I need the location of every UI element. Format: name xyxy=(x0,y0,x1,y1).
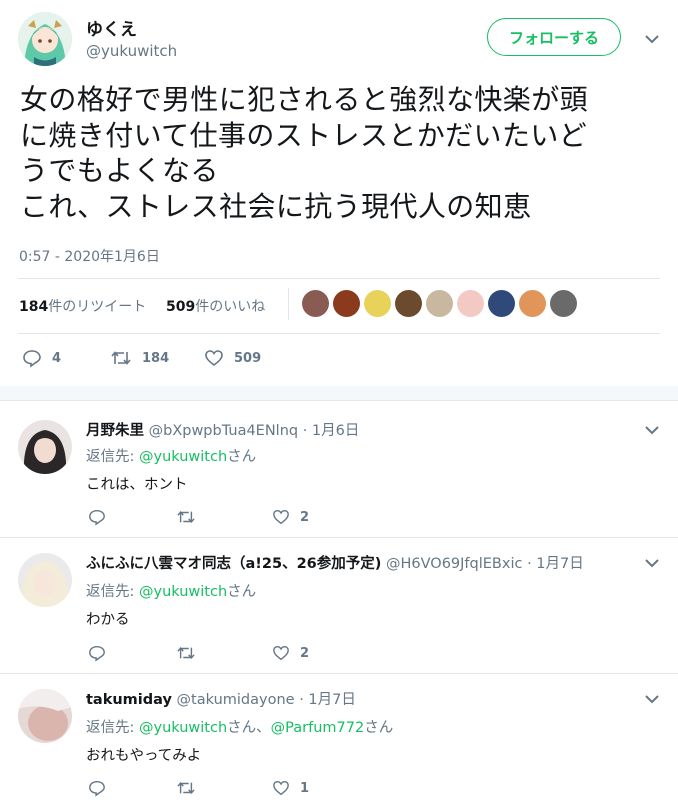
reply-tweet[interactable]: takumiday @takumidayone · 1月7日 返信先: @yuk… xyxy=(0,673,678,803)
retweet-action[interactable] xyxy=(176,779,196,797)
reply-to-link[interactable]: @yukuwitch xyxy=(139,449,227,465)
author-display-name[interactable]: ゆくえ xyxy=(86,15,137,40)
chevron-down-icon[interactable] xyxy=(643,557,661,569)
like-action[interactable]: 509 xyxy=(204,348,261,368)
retweet-action[interactable] xyxy=(176,508,196,526)
heart-icon xyxy=(273,780,289,796)
tweet-text-line: に焼き付いて仕事のストレスとかだいたいど xyxy=(20,118,588,152)
tweet-text-line: 女の格好で男性に犯されると強烈な快楽が頭 xyxy=(20,83,589,116)
reply-date[interactable]: · 1月7日 xyxy=(527,556,584,572)
divider xyxy=(18,333,660,334)
reply-to-link-2[interactable]: @Parfum772 xyxy=(271,720,365,736)
reply-author-handle[interactable]: @takumidayone xyxy=(177,692,295,708)
reply-tweet[interactable]: ふにふに八雲マオ同志（a!25、26参加予定) @H6VO69JfqlEBxic… xyxy=(0,537,678,673)
heart-icon xyxy=(273,509,289,525)
reply-action[interactable]: 4 xyxy=(22,348,61,368)
author-avatar-image xyxy=(18,12,72,66)
reply-avatar[interactable] xyxy=(18,420,72,474)
reply-to-suffix: さん、 xyxy=(227,720,271,736)
retweet-label: 件のリツイート xyxy=(48,299,147,315)
liker-avatar[interactable] xyxy=(550,290,577,317)
heart-icon xyxy=(205,350,223,367)
reply-icon xyxy=(89,780,105,797)
retweet-count: 184 xyxy=(19,299,49,315)
reply-action[interactable] xyxy=(88,508,106,526)
reply-author-name[interactable]: takumiday xyxy=(86,692,172,708)
chevron-down-icon[interactable] xyxy=(643,33,661,45)
retweet-action[interactable] xyxy=(176,644,196,662)
retweet-action[interactable]: 184 xyxy=(110,348,169,368)
divider xyxy=(18,278,660,279)
retweet-icon xyxy=(177,781,195,795)
liker-avatar[interactable] xyxy=(364,290,391,317)
reply-to-link[interactable]: @yukuwitch xyxy=(139,584,227,600)
liker-avatar[interactable] xyxy=(302,290,329,317)
reply-author-handle[interactable]: @bXpwpbTua4ENlnq xyxy=(149,423,299,439)
reply-text: わかる xyxy=(86,612,130,628)
retweet-stats[interactable]: 184件のリツイート xyxy=(19,296,146,316)
reply-icon xyxy=(23,350,41,368)
like-stats[interactable]: 509件のいいね xyxy=(166,296,265,316)
tweet-text-line: これ、ストレス社会に抗う現代人の知恵 xyxy=(20,189,532,223)
tweet-timestamp[interactable]: 0:57 - 2020年1月6日 xyxy=(19,246,160,266)
tweet-text-line: うでもよくなる xyxy=(20,154,219,187)
reply-avatar[interactable] xyxy=(18,689,72,743)
reply-author-name[interactable]: ふにふに八雲マオ同志（a!25、26参加予定) xyxy=(86,556,381,572)
liker-avatar[interactable] xyxy=(333,290,360,317)
like-action-count: 509 xyxy=(234,350,262,366)
reply-text: おれもやってみよ xyxy=(86,748,202,764)
chevron-down-icon[interactable] xyxy=(643,424,661,436)
reply-icon xyxy=(89,645,105,662)
reply-author-handle[interactable]: @H6VO69JfqlEBxic xyxy=(386,556,522,572)
stats-divider xyxy=(288,288,289,320)
like-action[interactable]: 2 xyxy=(272,508,309,526)
reply-action[interactable] xyxy=(88,644,106,662)
reply-to-suffix: さん xyxy=(227,584,257,600)
reply-action[interactable] xyxy=(88,779,106,797)
liker-avatar[interactable] xyxy=(395,290,422,317)
reply-author-name[interactable]: 月野朱里 xyxy=(86,423,144,439)
reply-text: これは、ホント xyxy=(86,477,188,493)
reply-like-count: 2 xyxy=(300,509,310,525)
reply-avatar-image xyxy=(18,420,72,474)
reply-tweet[interactable]: 月野朱里 @bXpwpbTua4ENlnq · 1月6日 返信先: @yukuw… xyxy=(0,400,678,536)
reply-avatar-image xyxy=(18,553,72,607)
like-label: 件のいいね xyxy=(195,299,266,315)
reply-to-suffix-2: さん xyxy=(364,720,394,736)
retweet-action-count: 184 xyxy=(142,350,170,366)
reply-like-count: 1 xyxy=(300,780,310,796)
follow-button[interactable]: フォローする xyxy=(487,18,621,56)
author-handle[interactable]: @yukuwitch xyxy=(86,42,177,60)
liker-avatar[interactable] xyxy=(457,290,484,317)
author-avatar[interactable] xyxy=(18,12,72,66)
reply-date[interactable]: · 1月7日 xyxy=(299,692,356,708)
reply-to-prefix: 返信先: xyxy=(86,449,139,465)
reply-count: 4 xyxy=(52,350,62,366)
like-action[interactable]: 1 xyxy=(272,779,309,797)
chevron-down-icon[interactable] xyxy=(643,693,661,705)
heart-icon xyxy=(273,645,289,661)
reply-avatar-image xyxy=(18,689,72,743)
retweet-icon xyxy=(177,646,195,660)
liker-avatar[interactable] xyxy=(426,290,453,317)
reply-like-count: 2 xyxy=(300,645,310,661)
retweet-icon xyxy=(111,351,131,365)
retweet-icon xyxy=(177,510,195,524)
liker-avatar[interactable] xyxy=(519,290,546,317)
reply-to-prefix: 返信先: xyxy=(86,720,139,736)
reply-to-prefix: 返信先: xyxy=(86,584,139,600)
section-gap xyxy=(0,386,678,400)
reply-to-suffix: さん xyxy=(227,449,257,465)
tweet-text: 女の格好で男性に犯されると強烈な快楽が頭 に焼き付いて仕事のストレスとかだいたい… xyxy=(20,82,660,224)
reply-icon xyxy=(89,509,105,526)
like-count: 509 xyxy=(166,299,196,315)
reply-to-link[interactable]: @yukuwitch xyxy=(139,720,227,736)
like-action[interactable]: 2 xyxy=(272,644,309,662)
reply-date[interactable]: · 1月6日 xyxy=(303,423,360,439)
liker-avatars[interactable] xyxy=(302,290,577,317)
liker-avatar[interactable] xyxy=(488,290,515,317)
reply-avatar[interactable] xyxy=(18,553,72,607)
